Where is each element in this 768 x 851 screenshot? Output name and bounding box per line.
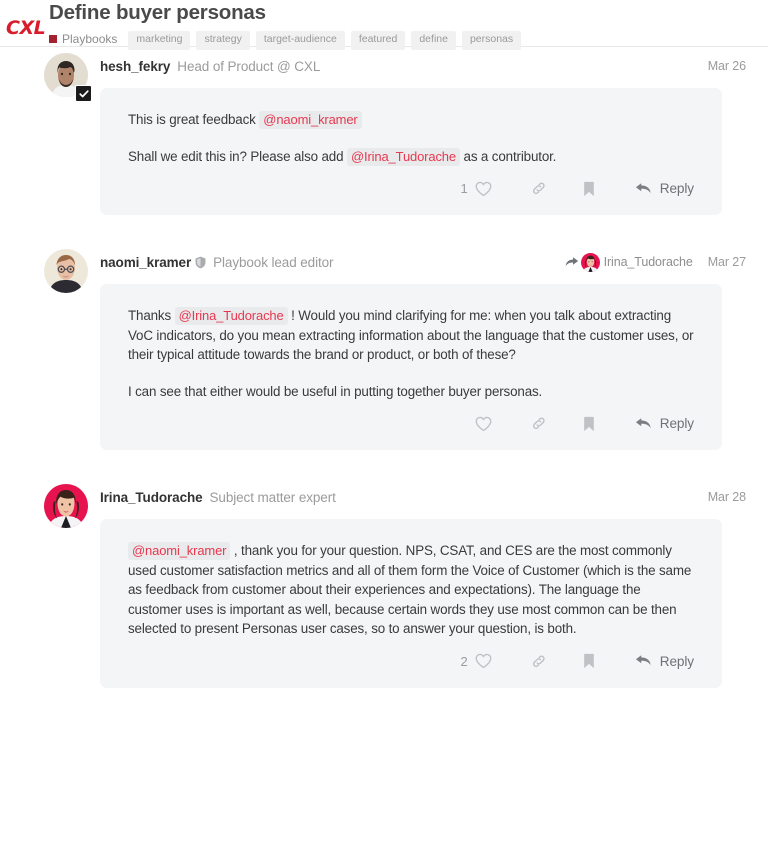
comment-author[interactable]: hesh_fekry (100, 59, 170, 74)
like-button[interactable]: 1 (461, 181, 492, 197)
comment-body: This is great feedback @naomi_kramer Shal… (128, 110, 694, 166)
avatar-Irina_Tudorache[interactable] (44, 484, 88, 528)
like-button[interactable] (475, 416, 492, 432)
reply-to-avatar (580, 252, 600, 272)
like-count: 2 (460, 653, 468, 669)
comment-header-right: Mar 26 (708, 59, 746, 73)
comment-author[interactable]: Irina_Tudorache (100, 490, 203, 505)
comment-paragraph: @naomi_kramer , thank you for your quest… (128, 542, 692, 636)
heart-icon (475, 416, 492, 431)
comment-paragraph: Shall we edit this in? Please also add @… (128, 147, 557, 166)
comment-header: naomi_kramer Playbook lead editor Irina_… (44, 249, 768, 293)
reply-button[interactable]: Reply (635, 416, 694, 431)
bookmark-icon (583, 653, 594, 669)
comment-body: Thanks @Irina_Tudorache ! Would you mind… (128, 306, 694, 401)
comment-author[interactable]: naomi_kramer (100, 255, 191, 270)
comment-spacer (0, 450, 768, 484)
link-icon (532, 182, 545, 195)
page-header: CXL Define buyer personas Playbooks mark… (0, 0, 768, 50)
reply-arrow-icon (635, 655, 651, 666)
like-count: 1 (460, 181, 468, 196)
comment-date: Mar 28 (707, 490, 746, 504)
reply-arrow-icon (635, 417, 651, 428)
comment-spacer (0, 215, 768, 249)
comment-author-role: Head of Product @ CXL (177, 58, 321, 74)
reply-label: Reply (659, 416, 694, 431)
link-icon (532, 655, 545, 667)
heart-icon (475, 653, 492, 669)
comment-header-right: Mar 28 (708, 490, 746, 504)
tag-pill[interactable]: strategy (196, 31, 250, 50)
tag-pill[interactable]: marketing (128, 31, 191, 50)
bookmark-icon (583, 181, 594, 196)
comment-bubble: @naomi_kramer , thank you for your quest… (100, 519, 722, 688)
page-title: Define buyer personas (49, 1, 266, 24)
comment-actions: 1 Reply (128, 166, 695, 215)
bookmark-icon (583, 416, 594, 431)
bookmark-button[interactable] (583, 181, 595, 197)
heart-icon (475, 181, 492, 196)
comment-hesh_fekry: hesh_fekry Head of Product @ CXL Mar 26 … (0, 53, 768, 215)
comment-author-role: Subject matter expert (209, 489, 336, 505)
copy-link-button[interactable] (530, 180, 548, 197)
comment-body: @naomi_kramer , thank you for your quest… (128, 541, 694, 639)
forward-arrow-icon (565, 257, 578, 267)
reply-label: Reply (659, 653, 694, 669)
comment-paragraph: This is great feedback @naomi_kramer (128, 110, 694, 130)
comment-bubble: Thanks @Irina_Tudorache ! Would you mind… (100, 284, 722, 450)
tag-pill[interactable]: featured (350, 31, 406, 50)
comment-Irina_Tudorache: Irina_Tudorache Subject matter expert Ma… (0, 484, 768, 688)
reply-to-name: Irina_Tudorache (603, 255, 693, 269)
category-bullet-icon (49, 35, 57, 44)
comment-header: hesh_fekry Head of Product @ CXL Mar 26 (44, 53, 768, 102)
reply-label: Reply (659, 181, 694, 196)
tag-pill[interactable]: define (411, 31, 456, 50)
comment-date: Mar 27 (707, 255, 746, 269)
tag-row: Playbooks marketing strategy target-audien… (49, 29, 527, 50)
tag-pill[interactable]: personas (461, 31, 522, 50)
comment-paragraph: Thanks @Irina_Tudorache ! Would you mind… (128, 307, 694, 362)
comment-actions: Reply (128, 401, 694, 450)
verified-badge-icon (75, 85, 92, 102)
comment-header-right: Irina_Tudorache Mar 27 (565, 252, 746, 272)
shield-icon (195, 256, 206, 269)
bookmark-button[interactable] (583, 653, 595, 669)
mention-link[interactable]: @naomi_kramer (259, 111, 362, 129)
like-button[interactable]: 2 (461, 653, 492, 669)
comment-thread: hesh_fekry Head of Product @ CXL Mar 26 … (0, 53, 768, 688)
mention-link[interactable]: @naomi_kramer (128, 542, 231, 560)
comment-date: Mar 26 (707, 59, 746, 73)
copy-link-button[interactable] (530, 653, 548, 670)
mention-link[interactable]: @Irina_Tudorache (174, 307, 288, 325)
reply-arrow-icon (635, 182, 651, 193)
reply-to-indicator[interactable]: Irina_Tudorache (565, 252, 693, 272)
comment-paragraph: I can see that either would be useful in… (128, 383, 543, 399)
reply-button[interactable]: Reply (635, 181, 694, 196)
comment-author-role: Playbook lead editor (213, 254, 334, 270)
cxl-logo[interactable]: CXL (6, 17, 46, 39)
comment-naomi_kramer: naomi_kramer Playbook lead editor Irina_… (0, 249, 768, 450)
copy-link-button[interactable] (530, 415, 548, 432)
comment-header: Irina_Tudorache Subject matter expert Ma… (44, 484, 768, 528)
avatar-naomi_kramer[interactable] (44, 249, 88, 293)
comment-actions: 2 Reply (128, 639, 695, 688)
link-icon (532, 417, 545, 430)
category-label[interactable]: Playbooks (62, 32, 117, 46)
mention-link[interactable]: @Irina_Tudorache (346, 147, 460, 166)
tag-pill-list: marketing strategy target-audience featured… (128, 29, 527, 50)
bookmark-button[interactable] (583, 416, 595, 432)
reply-button[interactable]: Reply (635, 654, 694, 669)
comment-bubble: This is great feedback @naomi_kramer Shal… (100, 88, 722, 215)
tag-pill[interactable]: target-audience (255, 31, 345, 50)
